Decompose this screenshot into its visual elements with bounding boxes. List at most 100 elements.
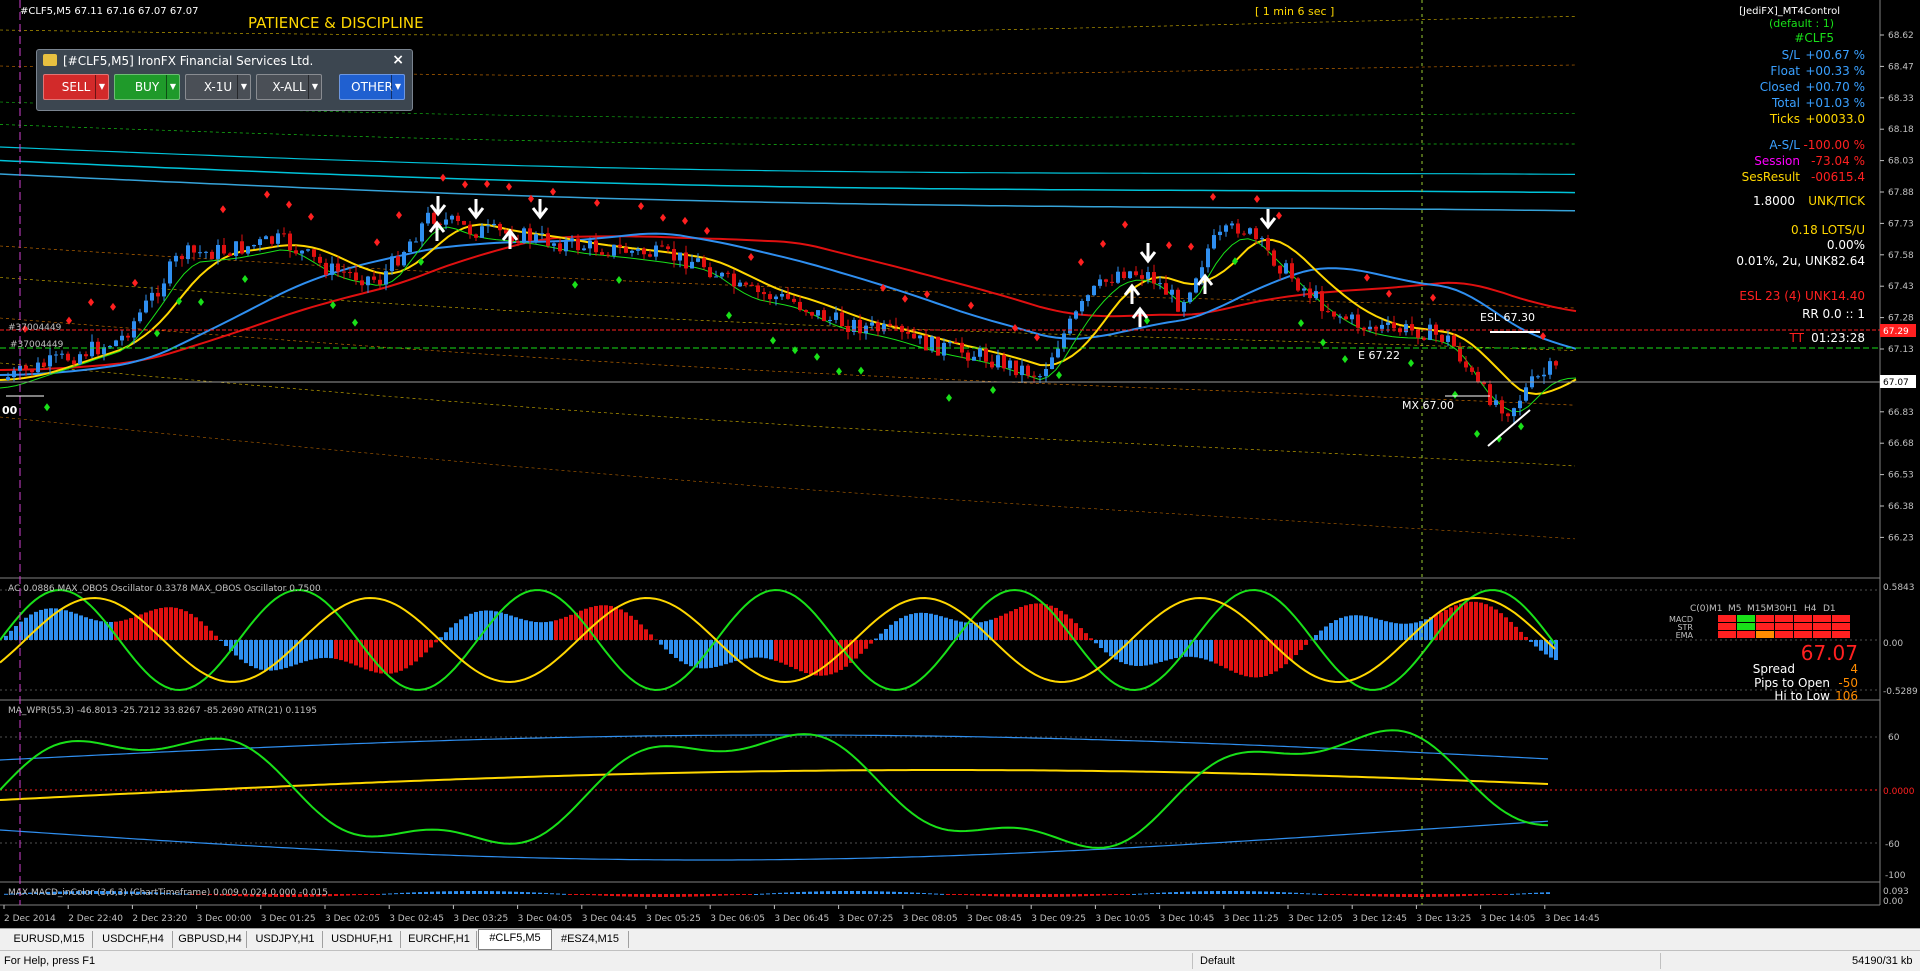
- chart-tab[interactable]: USDJPY,H1: [248, 931, 323, 948]
- chevron-down-icon[interactable]: ▼: [237, 75, 250, 99]
- obos-bar: [249, 640, 253, 666]
- close-one-unit-button[interactable]: X-1U▼: [185, 74, 251, 100]
- chart-tab[interactable]: #CLF5,M5: [478, 929, 552, 950]
- candle-body: [1056, 349, 1060, 358]
- mtf-header: M5: [1728, 604, 1742, 614]
- candle-body: [228, 253, 232, 255]
- macd-header: MAX MACD_inColor (3,6,3) (ChartTimeframe…: [8, 888, 328, 898]
- macd-bar: [712, 894, 716, 896]
- mx-label: MX 67.00: [1402, 399, 1454, 412]
- obos-bar: [1284, 640, 1288, 664]
- sell-button[interactable]: SELL▼: [43, 74, 109, 100]
- macd-bar: [490, 891, 494, 894]
- signal-diamond: [308, 213, 314, 221]
- macd-bar: [514, 892, 518, 894]
- envelope-band: [0, 363, 1575, 466]
- chevron-down-icon[interactable]: ▼: [166, 75, 179, 99]
- obos-bar: [1159, 640, 1163, 662]
- obos-bar: [1304, 640, 1308, 645]
- close-icon[interactable]: ×: [392, 52, 404, 68]
- candle-body: [426, 213, 430, 224]
- arrow-down-icon: [533, 199, 547, 217]
- obos-bar: [1344, 616, 1348, 640]
- chart-tab[interactable]: USDCHF,H4: [94, 931, 173, 948]
- candle-body: [456, 216, 460, 221]
- macd-bar: [388, 893, 392, 894]
- candle-body: [402, 252, 406, 265]
- time-tick-label: 3 Dec 07:25: [839, 914, 894, 924]
- obos-bar: [1169, 640, 1173, 659]
- chevron-down-icon[interactable]: ▼: [95, 75, 108, 99]
- candle-body: [1080, 301, 1084, 311]
- time-tick-label: 3 Dec 02:45: [389, 914, 444, 924]
- candle-body: [840, 313, 844, 327]
- obos-bar: [1174, 640, 1178, 658]
- signal-diamond: [110, 303, 116, 311]
- signal-diamond: [1012, 324, 1018, 332]
- macd-bar: [1246, 891, 1250, 894]
- candle-body: [516, 241, 520, 243]
- candle-body: [798, 302, 802, 310]
- macd-bar: [694, 894, 698, 897]
- obos-bar: [909, 614, 913, 640]
- candle-body: [1488, 384, 1492, 405]
- candle-body: [720, 273, 724, 277]
- obos-bar: [264, 640, 268, 671]
- close-all-button[interactable]: X-ALL▼: [256, 74, 322, 100]
- price-tick-label: 68.47: [1888, 62, 1914, 72]
- macd-bar: [670, 894, 674, 897]
- info-row-label: Session: [1754, 154, 1800, 168]
- info-row-value: +00033.0: [1805, 112, 1865, 126]
- candle-body: [1452, 336, 1456, 347]
- obos-bar: [789, 640, 793, 667]
- chart-tab[interactable]: GBPUSD,H4: [174, 931, 247, 948]
- macd-bar: [928, 893, 932, 894]
- obos-bar: [774, 640, 778, 661]
- obos-bar: [1074, 623, 1078, 640]
- macd-bar: [544, 893, 548, 894]
- candle-body: [1308, 289, 1312, 299]
- other-button[interactable]: OTHER▼: [339, 74, 405, 100]
- candle-body: [498, 224, 502, 230]
- signal-diamond: [154, 329, 160, 337]
- candle-body: [492, 224, 496, 225]
- motto-text: PATIENCE & DISCIPLINE: [248, 14, 424, 32]
- candle-body: [468, 225, 472, 235]
- other-label: OTHER: [351, 80, 393, 94]
- price-chart[interactable]: #CLF5,M5 67.11 67.16 67.07 67.07 PATIENC…: [0, 0, 1920, 928]
- macd-bar: [568, 894, 572, 895]
- macd-bar: [1468, 894, 1472, 896]
- mtf-cell: [1718, 623, 1736, 630]
- chart-tab[interactable]: EURUSD,M15: [6, 931, 93, 948]
- macd-bar: [958, 894, 962, 895]
- chart-tab[interactable]: USDHUF,H1: [324, 931, 401, 948]
- macd-bar: [616, 894, 620, 896]
- time-tick-label: 3 Dec 01:25: [261, 914, 316, 924]
- left-edge-label: 00: [2, 404, 18, 417]
- candle-body: [858, 320, 862, 333]
- chart-tab[interactable]: EURCHF,H1: [402, 931, 477, 948]
- chevron-down-icon[interactable]: ▼: [308, 75, 321, 99]
- price-tick-label: 68.18: [1888, 125, 1914, 135]
- macd-bar: [952, 894, 956, 895]
- chart-tab[interactable]: #ESZ4,M15: [552, 931, 629, 948]
- obos-bar: [1459, 604, 1463, 640]
- trade-panel[interactable]: [#CLF5,M5] IronFX Financial Services Ltd…: [36, 49, 413, 111]
- mtf-cell: [1775, 631, 1793, 638]
- candle-body: [258, 239, 262, 245]
- candle-body: [444, 220, 448, 225]
- spread-value: 4: [1850, 662, 1858, 676]
- mtf-cell: [1813, 631, 1831, 638]
- macd-bar: [934, 894, 938, 895]
- mtf-header: D1: [1823, 604, 1836, 614]
- candle-body: [702, 258, 706, 267]
- chevron-down-icon[interactable]: ▼: [391, 75, 404, 99]
- mtf-cell: [1775, 623, 1793, 630]
- buy-button[interactable]: BUY▼: [114, 74, 180, 100]
- macd-bar: [898, 892, 902, 894]
- macd-bar: [856, 891, 860, 894]
- macd-bar: [664, 894, 668, 897]
- candle-body: [480, 226, 484, 238]
- macd-bar: [436, 892, 440, 894]
- candle-body: [1506, 413, 1510, 416]
